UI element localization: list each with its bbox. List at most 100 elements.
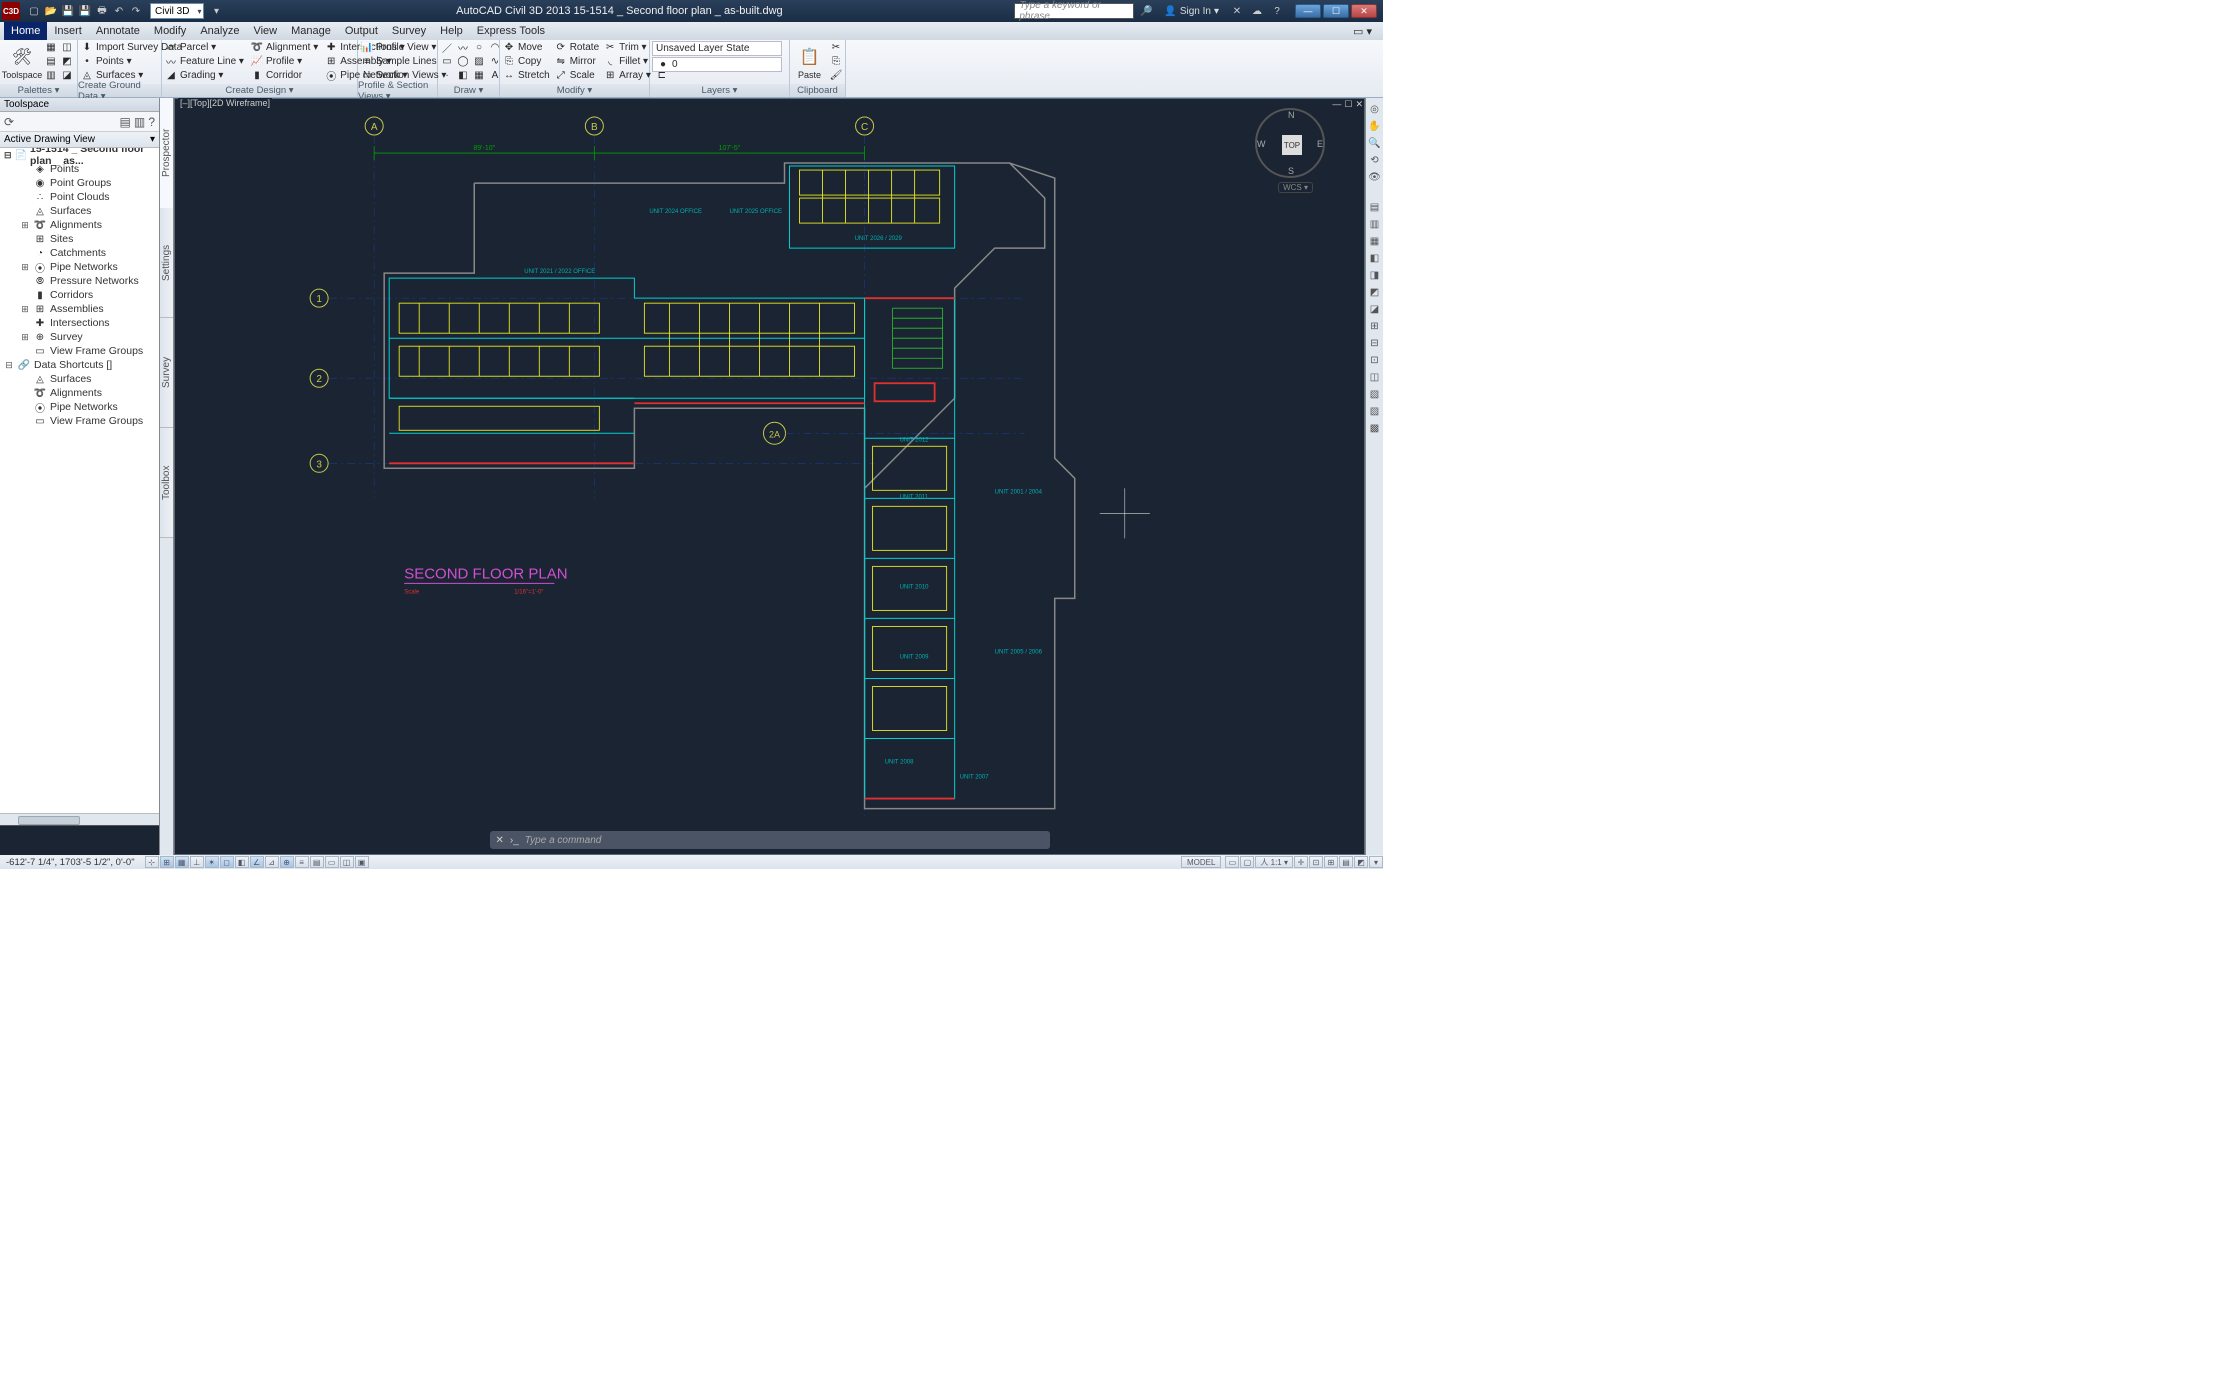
- panel-title-create-design[interactable]: Create Design ▾: [162, 84, 357, 97]
- sb-scale[interactable]: 人 1:1 ▾: [1255, 856, 1293, 868]
- mirror-button[interactable]: ⇋Mirror: [554, 55, 599, 68]
- tab-output[interactable]: Output: [338, 22, 385, 40]
- fillet-button[interactable]: ◟Fillet ▾: [603, 55, 651, 68]
- sb-am[interactable]: ▣: [355, 856, 369, 868]
- redo-icon[interactable]: ↷: [128, 3, 144, 19]
- tp-12[interactable]: ▧: [1368, 387, 1382, 401]
- copy-button[interactable]: ⎘Copy: [502, 55, 550, 68]
- panel-title-create-ground[interactable]: Create Ground Data ▾: [78, 84, 161, 97]
- tab-view[interactable]: View: [246, 22, 284, 40]
- saveas-icon[interactable]: 💾: [77, 3, 93, 19]
- move-button[interactable]: ✥Move: [502, 41, 550, 54]
- sb-r1[interactable]: ▭: [1225, 856, 1239, 868]
- drawing-canvas[interactable]: [–][Top][2D Wireframe] —☐✕ A B C 1 2 3 2…: [174, 98, 1365, 855]
- nav-wheel-icon[interactable]: ◎: [1368, 102, 1382, 116]
- profileview-button[interactable]: 📊Profile View ▾: [360, 41, 446, 54]
- tab-insert[interactable]: Insert: [47, 22, 89, 40]
- nav-pan-icon[interactable]: ✋: [1368, 119, 1382, 133]
- sb-dyn[interactable]: ⊕: [280, 856, 294, 868]
- tab-help[interactable]: Help: [433, 22, 470, 40]
- command-line[interactable]: ✕ ›_ Type a command: [490, 831, 1050, 849]
- model-button[interactable]: MODEL: [1181, 856, 1221, 868]
- parcel-button[interactable]: ▱Parcel ▾: [164, 41, 244, 54]
- tp-4[interactable]: ◧: [1368, 251, 1382, 265]
- palette-btn-1[interactable]: ▦: [44, 41, 58, 54]
- rotate-button[interactable]: ⟳Rotate: [554, 41, 599, 54]
- region-icon[interactable]: ◧: [456, 70, 470, 82]
- sb-r2[interactable]: ▢: [1240, 856, 1254, 868]
- sb-grid[interactable]: ▦: [175, 856, 189, 868]
- sb-ortho[interactable]: ⊥: [190, 856, 204, 868]
- paste-button[interactable]: 📋Paste: [792, 41, 827, 83]
- tab-home[interactable]: Home: [4, 22, 47, 40]
- ts-tool-2[interactable]: ▥: [134, 115, 145, 129]
- trim-button[interactable]: ✂Trim ▾: [603, 41, 651, 54]
- active-view-dropdown[interactable]: Active Drawing View▾: [0, 132, 159, 148]
- layer-state-dropdown[interactable]: Unsaved Layer State: [652, 41, 782, 56]
- sb-r4[interactable]: ⊡: [1309, 856, 1323, 868]
- circle-icon[interactable]: ○: [472, 42, 486, 54]
- sb-3dosnap[interactable]: ◧: [235, 856, 249, 868]
- tp-10[interactable]: ⊡: [1368, 353, 1382, 367]
- palette-btn-6[interactable]: ◪: [60, 69, 74, 82]
- sb-polar[interactable]: ✶: [205, 856, 219, 868]
- panel-title-layers[interactable]: Layers ▾: [650, 84, 789, 97]
- tp-14[interactable]: ▩: [1368, 421, 1382, 435]
- sb-r7[interactable]: ◩: [1354, 856, 1368, 868]
- viewcube[interactable]: TOP N S E W: [1255, 108, 1325, 178]
- rect-icon[interactable]: ▭: [440, 56, 454, 68]
- stretch-button[interactable]: ↔Stretch: [502, 69, 550, 82]
- exchange-icon[interactable]: ✕: [1229, 3, 1245, 19]
- undo-icon[interactable]: ↶: [111, 3, 127, 19]
- tp-5[interactable]: ◨: [1368, 268, 1382, 282]
- sb-osnap[interactable]: ◻: [220, 856, 234, 868]
- copy-clip-icon[interactable]: ⎘: [829, 56, 843, 68]
- sb-r3[interactable]: ✛: [1294, 856, 1308, 868]
- tp-6[interactable]: ◩: [1368, 285, 1382, 299]
- scale-button[interactable]: ⤢Scale: [554, 69, 599, 82]
- panel-title-palettes[interactable]: Palettes ▾: [0, 84, 77, 97]
- tp-3[interactable]: ▦: [1368, 234, 1382, 248]
- tp-7[interactable]: ◪: [1368, 302, 1382, 316]
- viewcube-top[interactable]: TOP: [1282, 135, 1302, 155]
- refresh-icon[interactable]: ⟳: [4, 115, 14, 129]
- samplelines-button[interactable]: ≡Sample Lines: [360, 55, 446, 68]
- palette-btn-4[interactable]: ◫: [60, 41, 74, 54]
- tp-13[interactable]: ▨: [1368, 404, 1382, 418]
- sb-qp[interactable]: ▭: [325, 856, 339, 868]
- tab-survey[interactable]: Survey: [385, 22, 433, 40]
- tp-1[interactable]: ▤: [1368, 200, 1382, 214]
- new-icon[interactable]: ▢: [26, 3, 42, 19]
- palette-btn-5[interactable]: ◩: [60, 55, 74, 68]
- tab-analyze[interactable]: Analyze: [193, 22, 246, 40]
- toolspace-button[interactable]: 🛠Toolspace: [2, 41, 42, 83]
- sb-ducs[interactable]: ⊿: [265, 856, 279, 868]
- tp-8[interactable]: ⊞: [1368, 319, 1382, 333]
- panel-title-modify[interactable]: Modify ▾: [500, 84, 649, 97]
- sb-r5[interactable]: ⊞: [1324, 856, 1338, 868]
- stay-connected-icon[interactable]: ☁: [1249, 3, 1265, 19]
- ts-tool-3[interactable]: ?: [148, 115, 155, 129]
- alignment-button[interactable]: ➰Alignment ▾: [250, 41, 318, 54]
- tp-11[interactable]: ◫: [1368, 370, 1382, 384]
- vtab-settings[interactable]: Settings: [160, 208, 173, 318]
- vtab-survey[interactable]: Survey: [160, 318, 173, 428]
- ts-tool-1[interactable]: ▤: [120, 115, 131, 129]
- prospector-tree[interactable]: ⊟📄15-1514 _ Second floor plan _ as... ◈P…: [0, 148, 159, 813]
- line-icon[interactable]: ／: [440, 42, 454, 54]
- wcs-dropdown[interactable]: WCS ▾: [1278, 182, 1313, 193]
- app-logo[interactable]: C3D: [2, 2, 20, 20]
- help-icon[interactable]: ?: [1269, 3, 1285, 19]
- tree-scrollbar[interactable]: [0, 813, 159, 825]
- open-icon[interactable]: 📂: [43, 3, 59, 19]
- grading-button[interactable]: ◢Grading ▾: [164, 69, 244, 82]
- sb-snap[interactable]: ⊞: [160, 856, 174, 868]
- panel-title-draw[interactable]: Draw ▾: [438, 84, 499, 97]
- polyline-icon[interactable]: 〰: [456, 42, 470, 54]
- nav-orbit-icon[interactable]: ⟲: [1368, 153, 1382, 167]
- vtab-prospector[interactable]: Prospector: [160, 98, 173, 208]
- save-icon[interactable]: 💾: [60, 3, 76, 19]
- hatch-icon[interactable]: ▨: [472, 56, 486, 68]
- search-go-icon[interactable]: 🔎: [1138, 3, 1154, 19]
- sb-otrack[interactable]: ∠: [250, 856, 264, 868]
